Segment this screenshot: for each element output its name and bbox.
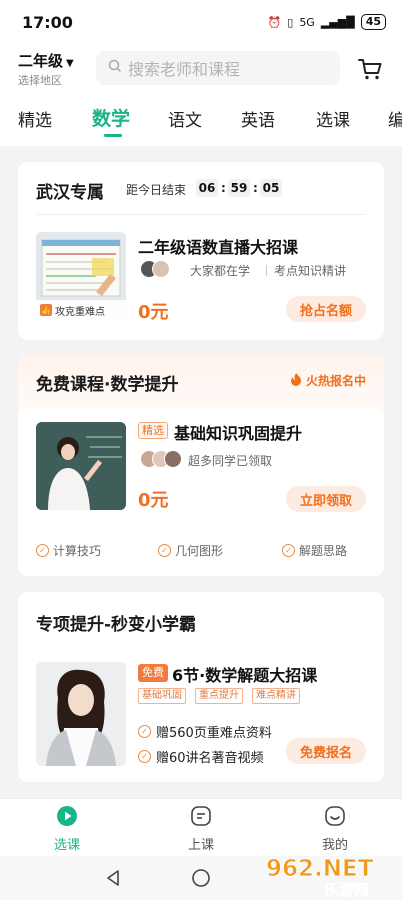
hot-label: 火热报名中 bbox=[305, 374, 366, 388]
gift-item: ✓ 赠560页重难点资料 bbox=[138, 722, 272, 741]
svg-text:乐游网: 乐游网 bbox=[324, 881, 369, 898]
countdown-minutes: 59 bbox=[228, 179, 250, 197]
countdown-hours: 06 bbox=[196, 179, 218, 197]
feature-item: ✓ 解题思路 bbox=[282, 542, 347, 559]
check-icon: ✓ bbox=[158, 544, 171, 557]
free-signup-button[interactable]: 免费报名 bbox=[286, 738, 366, 764]
tab-active-indicator bbox=[104, 134, 122, 137]
grade-label: 二年级 bbox=[18, 52, 64, 70]
gift-item: ✓ 赠60讲名著音视频 bbox=[138, 747, 264, 766]
countdown-separator: : bbox=[253, 181, 258, 195]
countdown-separator: : bbox=[221, 181, 226, 195]
status-bar: 17:00 ⏰ ▯ 5G ▂▄▆█ 45 bbox=[0, 0, 402, 44]
special-course-card: 专项提升-秒变小学霸 免费 6节·数学解题大招课 基础巩固 重点提升 难点精讲 … bbox=[18, 592, 384, 782]
fire-icon bbox=[290, 372, 302, 389]
avatar bbox=[152, 260, 170, 278]
check-icon: ✓ bbox=[138, 725, 151, 738]
bottom-nav: 选课 上课 我的 bbox=[0, 798, 402, 856]
learners-text: 超多同学已领取 bbox=[188, 454, 273, 468]
course-tag: 难点精讲 bbox=[252, 688, 300, 704]
course-thumbnail[interactable]: 👍 攻克重难点 bbox=[36, 232, 126, 320]
battery-icon: 45 bbox=[360, 14, 386, 30]
free-course-card: 免费课程·数学提升 火热报名中 精选 基础知识巩固提升 超多同学已领取 0元 立… bbox=[18, 354, 384, 576]
category-tabs: 精选 数学 语文 英语 选课 编 bbox=[0, 98, 402, 142]
course-price: 0元 bbox=[138, 490, 169, 511]
course-title[interactable]: 基础知识巩固提升 bbox=[174, 420, 302, 444]
course-tag: 基础巩固 bbox=[138, 688, 186, 704]
wuhan-exclusive-card: 武汉专属 距今日结束 06 : 59 : 05 👍 攻克重难点 二年级语数直播大… bbox=[18, 162, 384, 340]
play-icon bbox=[56, 805, 78, 831]
course-title[interactable]: 二年级语数直播大招课 bbox=[138, 234, 298, 258]
feature-label: 解题思路 bbox=[299, 544, 348, 558]
status-icons: ⏰ ▯ 5G ▂▄▆█ 45 bbox=[268, 14, 386, 30]
tab-chinese[interactable]: 语文 bbox=[168, 106, 202, 131]
meta-divider bbox=[266, 265, 267, 276]
featured-tag: 精选 bbox=[138, 422, 168, 439]
cart-icon[interactable] bbox=[356, 56, 384, 82]
header: 二年级 ▼ 选择地区 搜索老师和课程 bbox=[0, 48, 402, 88]
hot-badge: 火热报名中 bbox=[290, 372, 366, 389]
alarm-icon: ⏰ bbox=[267, 15, 282, 29]
classroom-icon bbox=[190, 805, 212, 831]
course-thumbnail[interactable] bbox=[36, 422, 126, 510]
learners-text: 大家都在学 bbox=[190, 264, 251, 278]
search-icon bbox=[108, 59, 122, 77]
countdown-seconds: 05 bbox=[260, 179, 282, 197]
network-label: 5G bbox=[299, 15, 315, 29]
thumbnail-tag-label: 攻克重难点 bbox=[55, 306, 105, 318]
feature-item: ✓ 几何图形 bbox=[158, 542, 223, 559]
gift-label: 赠60讲名著音视频 bbox=[156, 751, 264, 766]
tab-english[interactable]: 英语 bbox=[241, 106, 275, 131]
nav-item-classes[interactable]: 上课 bbox=[171, 805, 231, 853]
card-title: 免费课程·数学提升 bbox=[36, 375, 179, 395]
svg-text:962.NET: 962.NET bbox=[266, 856, 374, 882]
check-icon: ✓ bbox=[282, 544, 295, 557]
grade-selector[interactable]: 二年级 ▼ bbox=[18, 50, 74, 71]
course-tag: 重点提升 bbox=[195, 688, 243, 704]
status-time: 17:00 bbox=[22, 12, 73, 32]
tab-more[interactable]: 编 bbox=[388, 106, 402, 131]
main-content[interactable]: 武汉专属 距今日结束 06 : 59 : 05 👍 攻克重难点 二年级语数直播大… bbox=[0, 146, 402, 798]
nav-label: 上课 bbox=[187, 838, 214, 853]
tab-course-select[interactable]: 选课 bbox=[316, 106, 350, 131]
region-selector[interactable]: 选择地区 bbox=[18, 72, 62, 88]
countdown-label: 距今日结束 bbox=[126, 183, 187, 197]
watermark-logo: 962.NET 乐游网 bbox=[260, 852, 400, 900]
check-icon: ✓ bbox=[138, 750, 151, 763]
tab-featured[interactable]: 精选 bbox=[18, 106, 52, 131]
thumbs-up-icon: 👍 bbox=[40, 304, 52, 316]
nav-item-profile[interactable]: 我的 bbox=[305, 805, 365, 853]
feature-label: 几何图形 bbox=[175, 544, 224, 558]
feature-label: 计算技巧 bbox=[53, 544, 102, 558]
grab-spot-button[interactable]: 抢占名额 bbox=[286, 296, 366, 322]
tab-math[interactable]: 数学 bbox=[92, 104, 130, 131]
nav-item-course-select[interactable]: 选课 bbox=[37, 805, 97, 853]
claim-now-button[interactable]: 立即领取 bbox=[286, 486, 366, 512]
nav-label: 我的 bbox=[321, 838, 348, 853]
course-price: 0元 bbox=[138, 302, 169, 323]
profile-icon bbox=[324, 805, 346, 831]
free-tag: 免费 bbox=[138, 664, 168, 682]
card-title: 专项提升-秒变小学霸 bbox=[36, 615, 197, 635]
nav-label: 选课 bbox=[53, 838, 80, 853]
signal-icon: ▂▄▆█ bbox=[320, 15, 355, 29]
home-icon[interactable] bbox=[191, 868, 211, 888]
back-icon[interactable] bbox=[104, 868, 122, 888]
course-title[interactable]: 6节·数学解题大招课 bbox=[172, 662, 317, 686]
feature-item: ✓ 计算技巧 bbox=[36, 542, 101, 559]
divider bbox=[36, 214, 366, 215]
vibrate-icon: ▯ bbox=[287, 15, 294, 29]
caret-down-icon: ▼ bbox=[66, 58, 74, 69]
course-subtitle: 考点知识精讲 bbox=[274, 264, 347, 278]
course-thumbnail[interactable] bbox=[36, 662, 126, 766]
course-item[interactable]: 精选 基础知识巩固提升 超多同学已领取 0元 立即领取 bbox=[18, 408, 384, 532]
thumbnail-tag: 👍 攻克重难点 bbox=[36, 300, 126, 320]
avatar bbox=[164, 450, 182, 468]
gift-label: 赠560页重难点资料 bbox=[156, 726, 272, 741]
check-icon: ✓ bbox=[36, 544, 49, 557]
search-placeholder: 搜索老师和课程 bbox=[128, 60, 241, 79]
card-title: 武汉专属 bbox=[36, 183, 104, 203]
search-input[interactable]: 搜索老师和课程 bbox=[96, 51, 340, 85]
